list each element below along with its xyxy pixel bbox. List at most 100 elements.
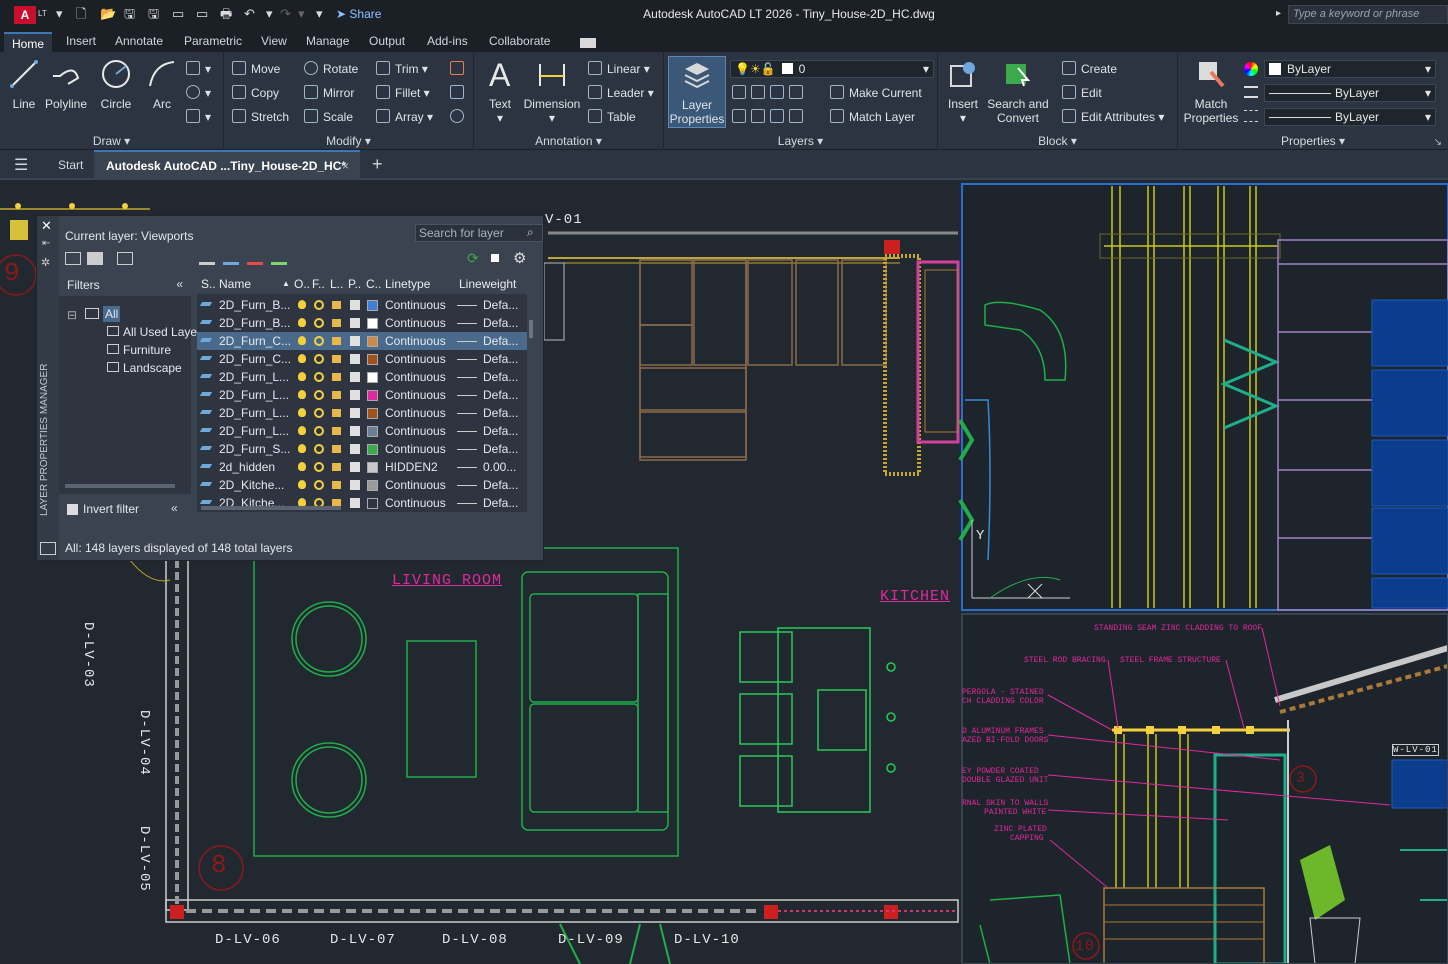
grid-vertical-scrollbar[interactable] xyxy=(529,320,533,338)
layer-on-icon[interactable] xyxy=(298,426,306,435)
grid-horizontal-scrollbar[interactable] xyxy=(201,506,341,510)
layer-plot-icon[interactable] xyxy=(350,480,360,490)
layer-status-icon[interactable] xyxy=(199,392,213,396)
delete-layer-icon[interactable] xyxy=(247,252,263,265)
layer-lineweight[interactable]: Defa... xyxy=(483,334,518,348)
offset-button[interactable] xyxy=(450,108,469,126)
help-search-input[interactable]: Type a keyword or phrase xyxy=(1288,5,1448,24)
layer-name[interactable]: 2D_Furn_L... xyxy=(219,406,289,420)
edit-attributes-button[interactable]: Edit Attributes ▾ xyxy=(1062,108,1164,126)
modify-panel-title[interactable]: Modify ▾ xyxy=(224,134,473,148)
layer-color-swatch[interactable] xyxy=(367,318,378,329)
filter-furniture[interactable]: Furniture xyxy=(123,343,171,357)
collapse-filters-icon[interactable]: « xyxy=(176,277,183,291)
layer-color-swatch[interactable] xyxy=(367,336,378,347)
layer-color-swatch[interactable] xyxy=(367,408,378,419)
layer-color-swatch[interactable] xyxy=(367,372,378,383)
drawing-tab[interactable]: Autodesk AutoCAD ...Tiny_House-2D_HC* × xyxy=(94,150,360,180)
layer-on-icon[interactable] xyxy=(298,480,306,489)
invert-filter-checkbox[interactable] xyxy=(67,504,78,515)
layer-row[interactable]: 2D_Furn_L... Continuous Defa... xyxy=(197,386,527,404)
hamburger-menu-icon[interactable]: ☰ xyxy=(14,155,28,175)
layer-linetype[interactable]: Continuous xyxy=(385,370,446,384)
layer-on-icon[interactable] xyxy=(298,408,306,417)
layer-name[interactable]: 2D_Furn_L... xyxy=(219,388,289,402)
layer-plot-icon[interactable] xyxy=(350,408,360,418)
ribbon-minimize-icon[interactable] xyxy=(580,38,596,48)
layer-on-icon[interactable] xyxy=(298,372,306,381)
layer-on-icon[interactable] xyxy=(298,300,306,309)
layer-lineweight[interactable]: Defa... xyxy=(483,478,518,492)
layer-plot-icon[interactable] xyxy=(350,336,360,346)
make-current-button[interactable]: Make Current xyxy=(830,84,922,102)
layer-row[interactable]: 2D_Kitche... Continuous Defa... xyxy=(197,476,527,494)
stop-icon[interactable] xyxy=(491,254,499,262)
layer-linetype[interactable]: Continuous xyxy=(385,424,446,438)
properties-launcher-icon[interactable]: ↘ xyxy=(1434,137,1442,148)
layer-thawed-icon[interactable] xyxy=(314,462,324,472)
layer-linetype[interactable]: Continuous xyxy=(385,298,446,312)
arc-button[interactable]: Arc xyxy=(142,58,182,111)
col-lock[interactable]: L.. xyxy=(330,277,343,291)
layer-name[interactable]: 2d_hidden xyxy=(219,460,275,474)
create-block-button[interactable]: Create xyxy=(1062,60,1117,78)
col-linetype[interactable]: Linetype xyxy=(385,277,430,291)
layer-search-input[interactable]: Search for layer xyxy=(415,224,543,242)
layer-unlocked-icon[interactable] xyxy=(332,427,341,435)
layer-unlocked-icon[interactable] xyxy=(332,319,341,327)
match-layer-button[interactable]: Match Layer xyxy=(830,108,915,126)
layer-name[interactable]: 2D_Furn_C... xyxy=(219,334,291,348)
col-on[interactable]: O.. xyxy=(294,277,310,291)
layer-name[interactable]: 2D_Furn_B... xyxy=(219,316,290,330)
mirror-button[interactable]: Mirror xyxy=(304,84,354,102)
explode-button[interactable] xyxy=(450,84,469,102)
layers-panel-title[interactable]: Layers ▾ xyxy=(664,134,937,148)
layer-color-swatch[interactable] xyxy=(367,498,378,509)
refresh-icon[interactable]: ⟳ xyxy=(467,250,479,267)
linetype-dropdown[interactable]: ByLayer ▾ xyxy=(1264,108,1436,126)
tab-home[interactable]: Home xyxy=(4,32,53,52)
layer-linetype[interactable]: HIDDEN2 xyxy=(385,460,438,474)
layer-on-icon[interactable] xyxy=(298,354,306,363)
col-name[interactable]: Name xyxy=(219,277,251,291)
search-convert-button[interactable]: Search and Convert xyxy=(986,58,1050,125)
rotate-button[interactable]: Rotate xyxy=(304,60,358,78)
layer-plot-icon[interactable] xyxy=(350,426,360,436)
dimension-button[interactable]: Dimension ▾ xyxy=(522,58,582,125)
insert-button[interactable]: Insert ▾ xyxy=(942,58,984,125)
new-layer-icon[interactable] xyxy=(199,252,215,265)
layer-status-icon[interactable] xyxy=(199,374,213,378)
hatch-dropdown[interactable]: ▾ xyxy=(186,108,211,126)
polyline-button[interactable]: Polyline xyxy=(44,58,88,111)
set-current-icon[interactable] xyxy=(271,252,287,265)
layer-linetype[interactable]: Continuous xyxy=(385,478,446,492)
move-button[interactable]: Move xyxy=(232,60,280,78)
autohide-icon[interactable]: ⇤ xyxy=(42,238,50,249)
layer-color-swatch[interactable] xyxy=(367,444,378,455)
layer-on-icon[interactable] xyxy=(298,462,306,471)
layer-lineweight[interactable]: Defa... xyxy=(483,316,518,330)
layer-row[interactable]: 2d_hidden HIDDEN2 0.00... xyxy=(197,458,527,476)
layer-plot-icon[interactable] xyxy=(350,444,360,454)
new-tab-icon[interactable]: + xyxy=(372,154,383,175)
layer-unlocked-icon[interactable] xyxy=(332,301,341,309)
draw-panel-title[interactable]: Draw ▾ xyxy=(0,134,223,148)
match-properties-button[interactable]: Match Properties xyxy=(1182,58,1240,125)
new-group-filter-icon[interactable] xyxy=(87,252,103,265)
layer-color-swatch[interactable] xyxy=(367,354,378,365)
scale-button[interactable]: Scale xyxy=(304,108,353,126)
rectangle-tool[interactable]: ▾ xyxy=(186,60,211,78)
layer-name[interactable]: 2D_Kitche... xyxy=(219,478,284,492)
layer-states-icon[interactable] xyxy=(117,252,133,265)
layer-thawed-icon[interactable] xyxy=(314,372,324,382)
start-tab[interactable]: Start xyxy=(58,158,83,172)
layer-row[interactable]: 2D_Furn_B... Continuous Defa... xyxy=(197,296,527,314)
layer-name[interactable]: 2D_Furn_S... xyxy=(219,442,290,456)
tab-collaborate[interactable]: Collaborate xyxy=(489,34,550,48)
block-panel-title[interactable]: Block ▾ xyxy=(938,134,1177,148)
layer-on-icon[interactable] xyxy=(298,444,306,453)
layer-color-swatch[interactable] xyxy=(367,390,378,401)
text-button[interactable]: A Text ▾ xyxy=(480,57,520,125)
layer-row[interactable]: 2D_Furn_B... Continuous Defa... xyxy=(197,314,527,332)
fillet-button[interactable]: Fillet ▾ xyxy=(376,84,430,102)
